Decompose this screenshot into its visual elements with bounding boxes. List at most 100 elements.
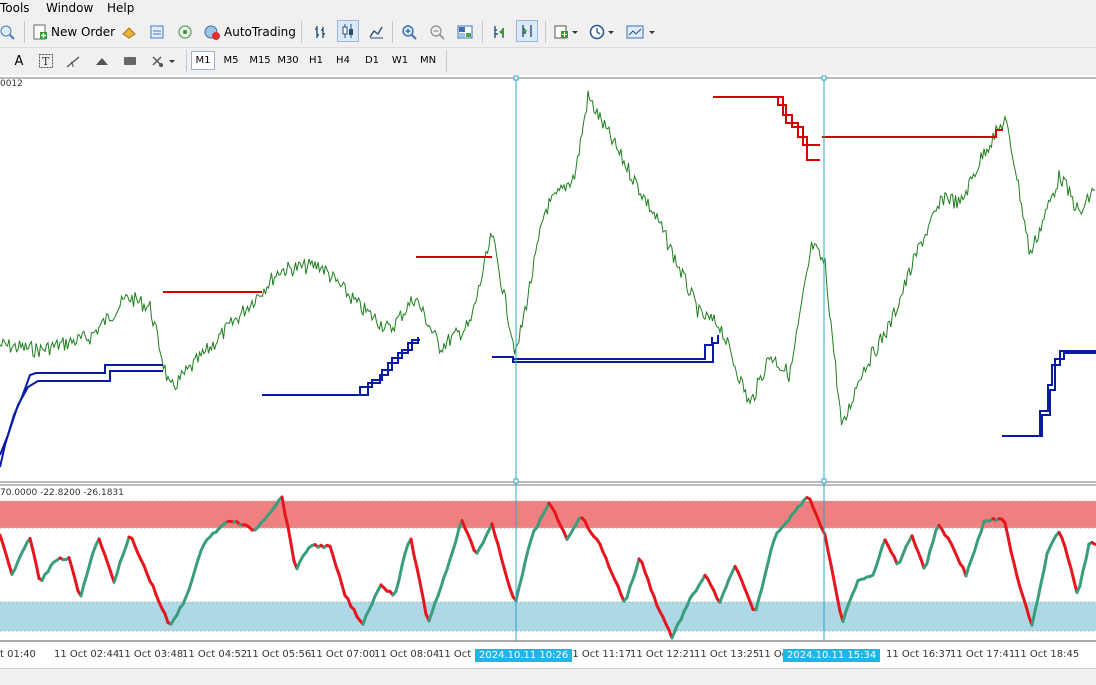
crosshair-handle xyxy=(822,76,826,80)
oscillator-segment xyxy=(36,564,39,579)
menu-tools[interactable]: Tools xyxy=(0,0,30,16)
zoom-window-icon[interactable] xyxy=(0,21,16,43)
periods-dropdown-icon[interactable] xyxy=(588,21,616,43)
toolbar-separator xyxy=(545,21,546,43)
arrow-tool-icon[interactable] xyxy=(64,50,84,72)
autotrading-button[interactable]: AutoTrading xyxy=(203,20,296,44)
navigator-icon[interactable] xyxy=(176,21,194,43)
triangle-tool-icon[interactable] xyxy=(92,50,112,72)
text-label-tool-icon[interactable]: T xyxy=(37,50,55,72)
oscillator-segment xyxy=(525,550,528,562)
price-line xyxy=(0,91,1095,425)
lower-channel-line xyxy=(0,371,163,455)
tile-windows-icon[interactable] xyxy=(455,21,475,43)
menu-window[interactable]: Window xyxy=(46,0,93,16)
status-bar xyxy=(0,668,1096,685)
menu-bar: Tools Window Help xyxy=(0,0,1096,17)
upper-channel-line xyxy=(822,130,1003,137)
lower-channel-line xyxy=(492,335,718,362)
chart-shift-icon[interactable] xyxy=(490,21,510,43)
timeframe-h4[interactable]: H4 xyxy=(331,51,355,70)
time-axis-label: 11 Oct 08:04 xyxy=(374,649,439,660)
time-axis-label: t 01:40 xyxy=(0,649,36,660)
timeframe-w1[interactable]: W1 xyxy=(388,51,412,70)
time-axis-label: 11 Oct 13:25 xyxy=(694,649,759,660)
new-order-label: New Order xyxy=(51,25,115,39)
oscillator-segment xyxy=(507,578,510,588)
auto-scroll-icon[interactable] xyxy=(516,20,538,42)
oscillator-segment xyxy=(768,550,771,563)
oscillator-segment xyxy=(342,585,345,596)
oscillator-segment xyxy=(192,570,195,580)
oscillator-segment xyxy=(339,574,342,585)
timeframe-m5[interactable]: M5 xyxy=(219,51,243,70)
oscillator-segment xyxy=(927,551,930,564)
templates-dropdown-icon[interactable] xyxy=(625,21,657,43)
shapes-dropdown-icon[interactable] xyxy=(148,50,178,72)
oscillator-segment xyxy=(396,580,399,591)
oscillator-segment xyxy=(519,577,522,588)
oscillator-segment xyxy=(72,568,75,579)
market-watch-icon[interactable] xyxy=(120,21,138,43)
crosshair-handle xyxy=(514,76,518,80)
new-order-button[interactable]: New Order xyxy=(32,20,115,44)
time-axis-label: 11 Oct 03:48 xyxy=(118,649,183,660)
oscillator-segment xyxy=(453,541,456,551)
oscillator-segment xyxy=(288,527,291,544)
chart-window[interactable]: 0012 70.0000 -22.8200 -26.1831 t 01:40 1… xyxy=(0,75,1096,668)
rectangle-tool-icon[interactable] xyxy=(120,50,140,72)
oscillator-segment xyxy=(1092,543,1095,545)
timeframe-h1[interactable]: H1 xyxy=(304,51,328,70)
time-axis-label: 11 Oct 17:41 xyxy=(950,649,1015,660)
toolbar-separator xyxy=(186,50,187,72)
oscillator-segment xyxy=(33,551,36,564)
chart-canvas[interactable] xyxy=(0,75,1096,668)
data-window-icon[interactable] xyxy=(148,21,166,43)
oscillator-segment xyxy=(1044,554,1047,570)
oscillator-segment xyxy=(1011,552,1014,564)
timeframe-m30[interactable]: M30 xyxy=(276,51,300,70)
lower-channel-line xyxy=(262,337,418,395)
oscillator-segment xyxy=(834,580,837,596)
time-axis-label: 11 Oct 04:52 xyxy=(182,649,247,660)
oscillator-segment xyxy=(1041,570,1044,583)
time-axis-label: 11 Oct 16:37 xyxy=(886,649,951,660)
oscillator-segment xyxy=(81,584,84,596)
bar-chart-icon[interactable] xyxy=(310,21,330,43)
svg-text:T: T xyxy=(42,55,50,68)
oscillator-segment xyxy=(1008,537,1011,552)
timeframe-mn[interactable]: MN xyxy=(416,51,440,70)
indicator-values-label: 70.0000 -22.8200 -26.1831 xyxy=(0,488,124,498)
indicators-dropdown-icon[interactable] xyxy=(552,21,580,43)
lower-channel-line xyxy=(262,340,420,395)
timeframe-d1[interactable]: D1 xyxy=(360,51,384,70)
line-chart-icon[interactable] xyxy=(366,21,386,43)
oscillator-segment xyxy=(87,563,90,574)
oscillator-segment xyxy=(648,579,651,590)
crosshair-time-label: 2024.10.11 15:34 xyxy=(783,649,880,662)
zoom-out-icon[interactable] xyxy=(427,21,447,43)
oscillator-segment xyxy=(1014,563,1017,576)
oscillator-segment xyxy=(1068,558,1071,568)
oscillator-segment xyxy=(825,535,828,551)
candlestick-chart-icon[interactable] xyxy=(337,20,359,42)
oscillator-segment xyxy=(1086,544,1089,559)
oscillator-segment xyxy=(420,582,423,597)
oscillator-segment xyxy=(975,539,978,549)
menu-help[interactable]: Help xyxy=(107,0,134,16)
oscillator-segment xyxy=(3,544,6,554)
oscillator-segment xyxy=(831,565,834,581)
zoom-in-icon[interactable] xyxy=(399,21,419,43)
oscillator-segment xyxy=(1083,559,1086,570)
text-tool-icon[interactable]: A xyxy=(10,50,28,72)
timeframe-m15[interactable]: M15 xyxy=(248,51,272,70)
oscillator-segment xyxy=(417,568,420,582)
oscillator-segment xyxy=(402,554,405,566)
oscillator-segment xyxy=(765,563,768,575)
time-axis-label: 11 Oct 11:17 xyxy=(566,649,631,660)
new-order-icon xyxy=(32,24,48,40)
price-scale-tag: 0012 xyxy=(0,79,23,89)
timeframe-m1[interactable]: M1 xyxy=(191,51,215,70)
oscillator-segment xyxy=(1017,576,1020,587)
oscillator-segment xyxy=(195,560,198,570)
